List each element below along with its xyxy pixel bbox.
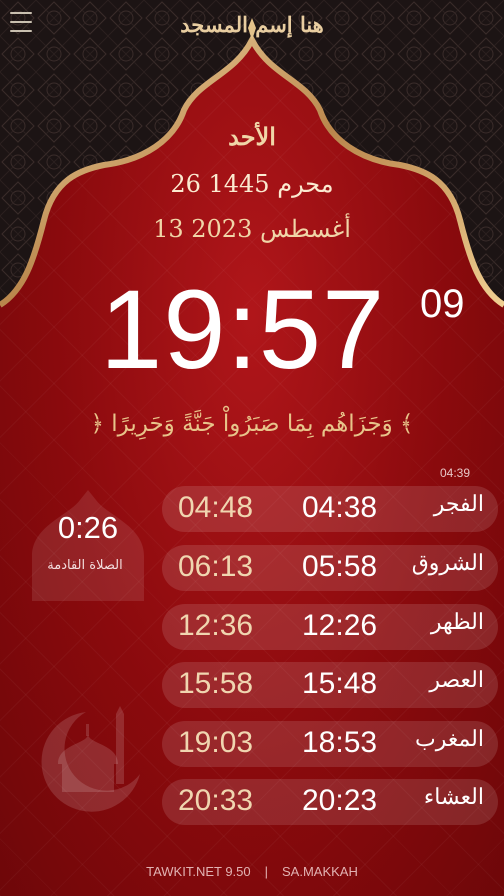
adhan-time: 04:38 bbox=[302, 491, 378, 524]
prayer-name: الشروق bbox=[411, 551, 484, 576]
prayer-row-isha[interactable]: 20:33 20:23 العشاء bbox=[162, 779, 498, 825]
adhan-time: 05:58 bbox=[302, 550, 378, 583]
prayer-name: المغرب bbox=[415, 727, 484, 752]
next-prayer-label: الصلاة القادمة bbox=[47, 558, 123, 573]
footer-separator: | bbox=[264, 864, 269, 879]
iqama-time: 15:58 bbox=[178, 667, 254, 700]
iqama-time: 06:13 bbox=[178, 550, 254, 583]
mosque-name: هنا إسم المسجد bbox=[180, 12, 324, 37]
clock-seconds: 09 bbox=[420, 282, 465, 326]
adhan-time: 15:48 bbox=[302, 667, 378, 700]
mosque-crescent-icon bbox=[41, 706, 140, 812]
prayer-row-shuruq[interactable]: 06:13 05:58 الشروق bbox=[162, 545, 498, 591]
iqama-time: 19:03 bbox=[178, 726, 254, 759]
quran-verse: ﴿ وَجَزَاهُم بِمَا صَبَرُواْ جَنَّةً وَح… bbox=[90, 411, 414, 437]
prayer-name: العصر bbox=[429, 668, 484, 693]
day-name: الأحد bbox=[228, 122, 276, 151]
gregorian-date: 13 أغسطس 2023 bbox=[153, 215, 351, 243]
prayer-name: الفجر bbox=[433, 492, 484, 517]
small-time: 04:39 bbox=[440, 466, 471, 480]
footer-location: SA.MAKKAH bbox=[282, 864, 358, 879]
iqama-time: 12:36 bbox=[178, 609, 254, 642]
adhan-time: 20:23 bbox=[302, 784, 378, 817]
prayer-row-asr[interactable]: 15:58 15:48 العصر bbox=[162, 662, 498, 708]
iqama-time: 04:48 bbox=[178, 491, 254, 524]
prayer-row-dhuhr[interactable]: 12:36 12:26 الظهر bbox=[162, 604, 498, 650]
adhan-time: 18:53 bbox=[302, 726, 378, 759]
iqama-time: 20:33 bbox=[178, 784, 254, 817]
footer-version: TAWKIT.NET 9.50 bbox=[146, 864, 251, 879]
next-prayer-countdown: 0:26 bbox=[57, 510, 119, 545]
prayer-row-fajr[interactable]: 04:48 04:38 الفجر bbox=[162, 486, 498, 532]
prayer-row-maghrib[interactable]: 19:03 18:53 المغرب bbox=[162, 721, 498, 767]
prayer-name: الظهر bbox=[430, 610, 484, 635]
hijri-date: 26 محرم 1445 bbox=[170, 170, 334, 198]
prayer-name: العشاء bbox=[423, 785, 484, 810]
adhan-time: 12:26 bbox=[302, 609, 378, 642]
main-clock: 19:57 bbox=[100, 267, 386, 392]
footer: TAWKIT.NET 9.50 | SA.MAKKAH bbox=[0, 864, 504, 879]
